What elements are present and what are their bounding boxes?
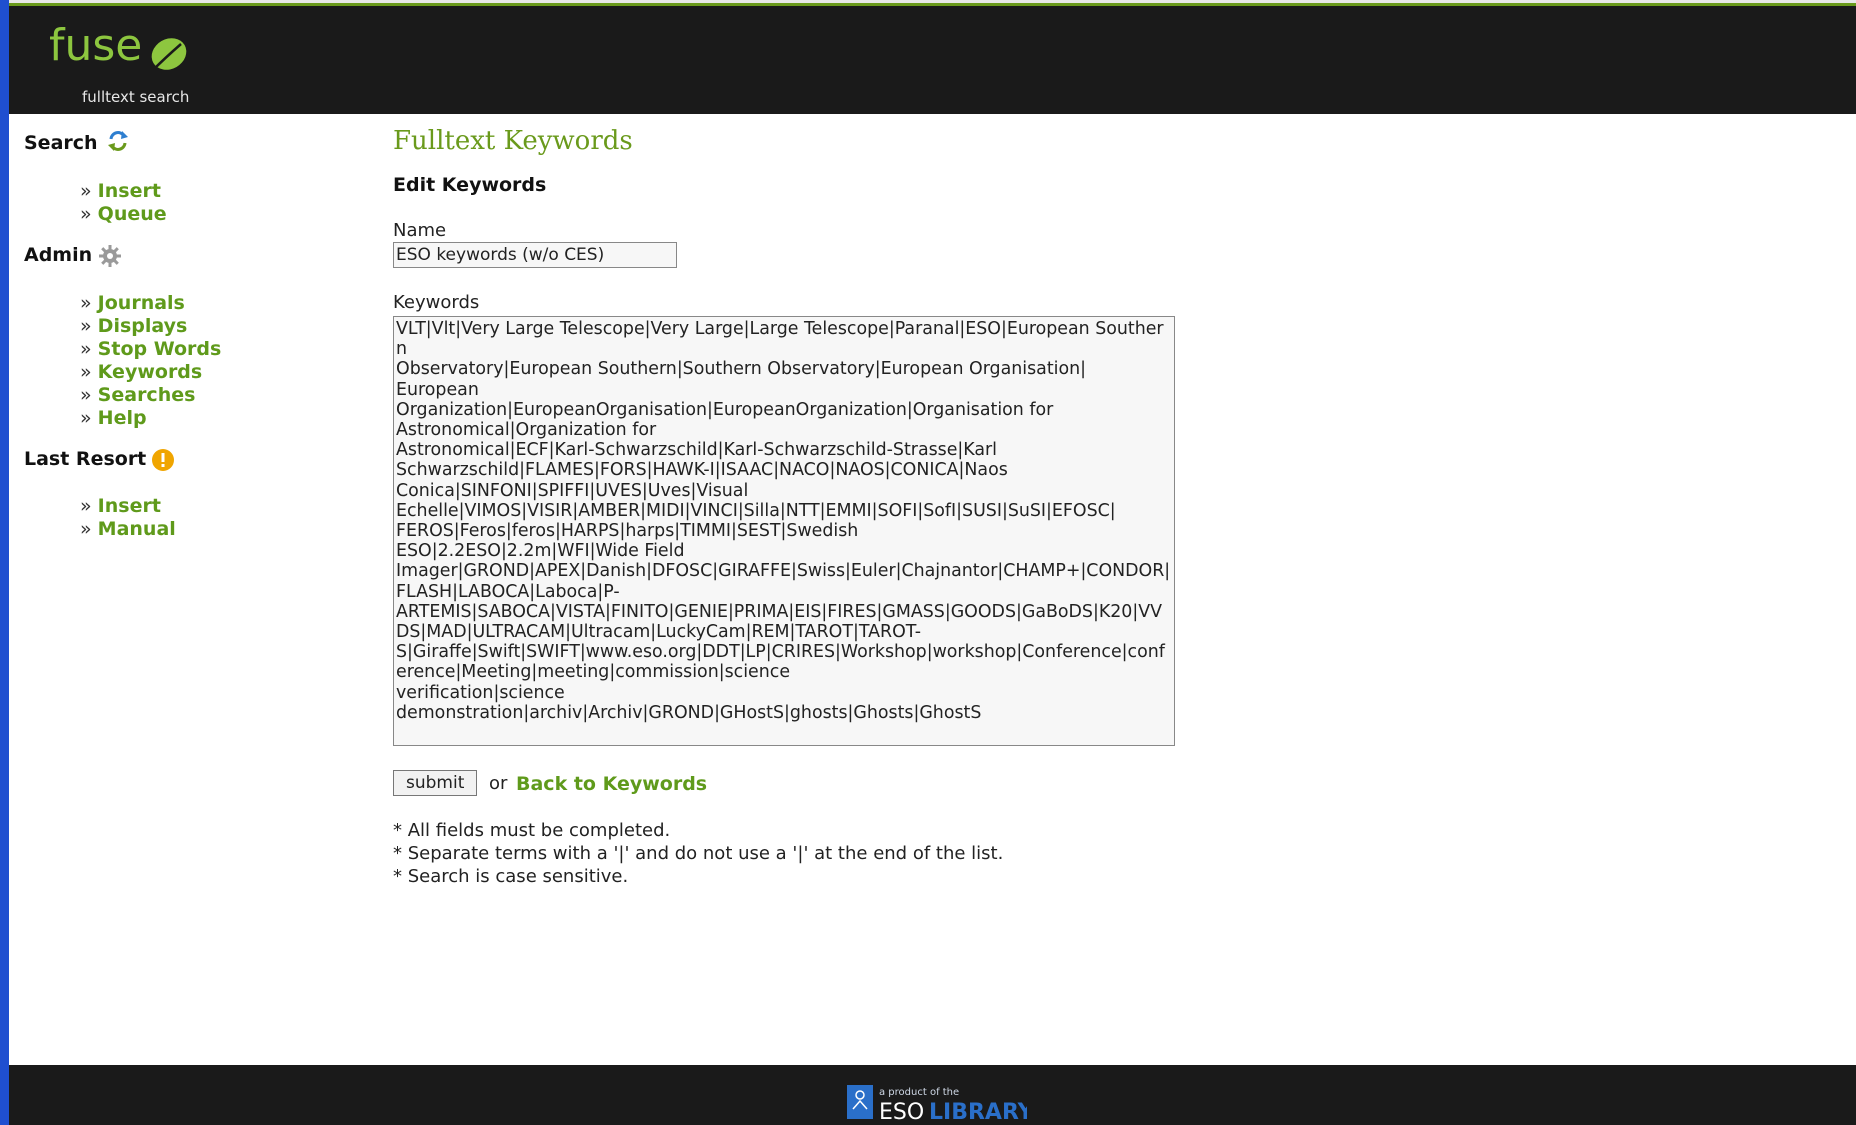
sidebar-item-help[interactable]: » Help bbox=[80, 407, 147, 429]
footer-brand-library: LIBRARY bbox=[929, 1100, 1027, 1125]
sidebar-item-displays[interactable]: » Displays bbox=[80, 315, 187, 337]
note-required: * All fields must be completed. bbox=[393, 820, 671, 841]
keywords-label: Keywords bbox=[393, 292, 480, 313]
section-title-last-resort: Last Resort bbox=[24, 448, 147, 470]
sidebar-link-insert[interactable]: Insert bbox=[98, 495, 161, 517]
sidebar-link-searches[interactable]: Searches bbox=[98, 384, 196, 406]
note-separator: * Separate terms with a '|' and do not u… bbox=[393, 843, 1004, 864]
sidebar-item-keywords[interactable]: » Keywords bbox=[80, 361, 202, 383]
section-subtitle: Edit Keywords bbox=[393, 174, 547, 196]
sidebar-item-last-resort-insert[interactable]: » Insert bbox=[80, 495, 161, 517]
sidebar-link-help[interactable]: Help bbox=[98, 407, 147, 429]
header: fuse fulltext search bbox=[9, 6, 1856, 114]
sidebar-item-queue[interactable]: » Queue bbox=[80, 203, 167, 225]
footer: a product of the ESO LIBRARY bbox=[9, 1065, 1856, 1125]
sidebar-item-search-insert[interactable]: » Insert bbox=[80, 180, 161, 202]
refresh-icon[interactable] bbox=[106, 129, 130, 153]
sidebar-item-searches[interactable]: » Searches bbox=[80, 384, 195, 406]
sidebar-link-insert[interactable]: Insert bbox=[98, 180, 161, 202]
back-to-keywords-link[interactable]: Back to Keywords bbox=[516, 773, 707, 795]
sidebar-link-journals[interactable]: Journals bbox=[98, 292, 185, 314]
leaf-icon bbox=[151, 38, 187, 71]
footer-tagline: a product of the bbox=[879, 1087, 959, 1098]
window-left-edge bbox=[0, 0, 9, 1125]
sidebar-link-displays[interactable]: Displays bbox=[98, 315, 188, 337]
keywords-textarea[interactable]: VLT|Vlt|Very Large Telescope|Very Large|… bbox=[393, 316, 1175, 746]
name-input[interactable] bbox=[393, 242, 677, 268]
section-title-admin: Admin bbox=[24, 244, 93, 266]
submit-button[interactable]: submit bbox=[393, 770, 478, 796]
page-title: Fulltext Keywords bbox=[393, 126, 633, 156]
eso-library-logo[interactable]: a product of the ESO LIBRARY bbox=[847, 1081, 1027, 1125]
sidebar-link-keywords[interactable]: Keywords bbox=[98, 361, 203, 383]
note-case: * Search is case sensitive. bbox=[393, 866, 629, 887]
or-text: or bbox=[489, 773, 508, 794]
sidebar-item-journals[interactable]: » Journals bbox=[80, 292, 185, 314]
footer-brand-eso: ESO bbox=[879, 1100, 924, 1125]
section-title-search: Search bbox=[24, 132, 98, 154]
sidebar-link-stop-words[interactable]: Stop Words bbox=[98, 338, 222, 360]
name-label: Name bbox=[393, 220, 447, 241]
sidebar-link-manual[interactable]: Manual bbox=[98, 518, 176, 540]
sidebar-link-queue[interactable]: Queue bbox=[98, 203, 167, 225]
sidebar-item-stop-words[interactable]: » Stop Words bbox=[80, 338, 221, 360]
sidebar-item-manual[interactable]: » Manual bbox=[80, 518, 176, 540]
warning-icon[interactable] bbox=[151, 448, 175, 472]
logo-subtitle: fulltext search bbox=[82, 88, 190, 106]
logo-text: fuse bbox=[49, 20, 143, 71]
gear-icon[interactable] bbox=[98, 244, 122, 268]
